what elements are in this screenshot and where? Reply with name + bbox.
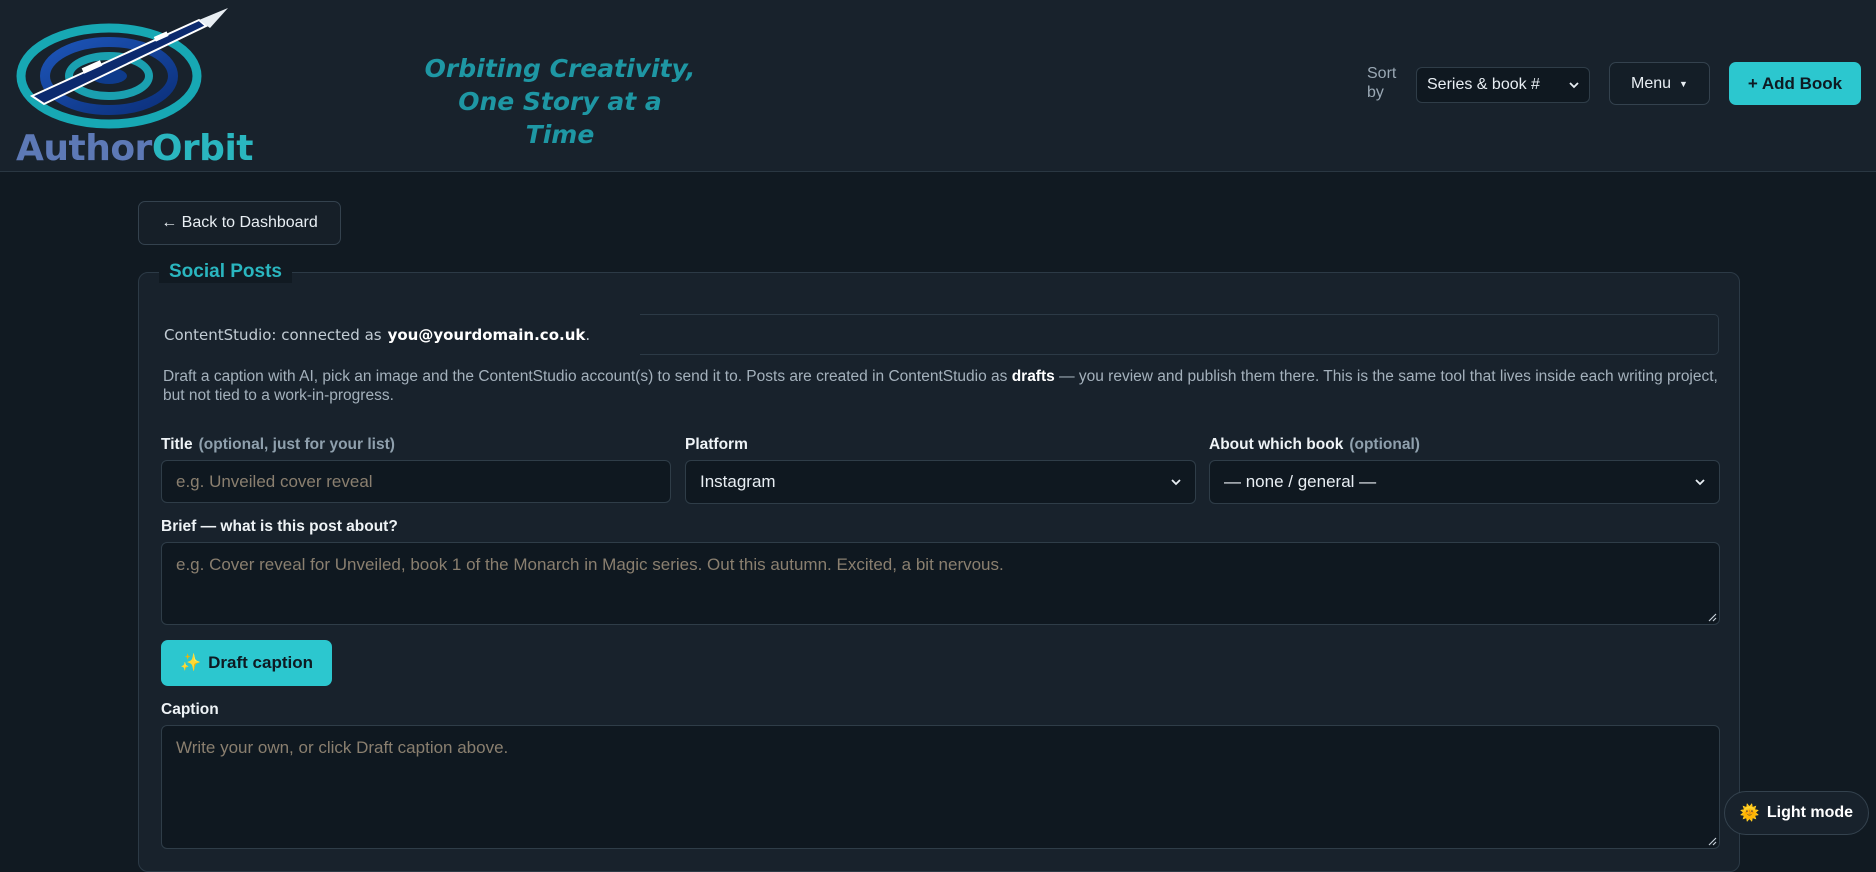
resize-handle-icon[interactable] — [1708, 837, 1717, 846]
title-input[interactable]: e.g. Unveiled cover reveal — [161, 460, 671, 503]
caption-textarea[interactable]: Write your own, or click Draft caption a… — [161, 725, 1720, 849]
brief-textarea[interactable]: e.g. Cover reveal for Unveiled, book 1 o… — [161, 542, 1720, 625]
author-orbit-logo[interactable]: AuthorOrbit — [14, 4, 254, 169]
sparkles-icon: ✨ — [179, 653, 202, 672]
draft-caption-label: Draft caption — [208, 653, 313, 672]
menu-button[interactable]: Menu ▼ — [1609, 62, 1710, 105]
light-mode-label: Light mode — [1766, 804, 1854, 821]
sun-icon: 🌞 — [1739, 805, 1760, 822]
caret-down-icon: ▼ — [1679, 78, 1688, 89]
book-select-value: — none / general — — [1224, 472, 1377, 491]
orbit-pen-icon — [16, 8, 228, 129]
tagline-line-1: Orbiting Creativity, — [424, 54, 696, 83]
logo-wordmark: AuthorOrbit — [16, 128, 254, 169]
chevron-down-icon — [1171, 479, 1181, 486]
draft-caption-button[interactable]: ✨ Draft caption — [161, 640, 332, 686]
sort-label: Sort by — [1367, 65, 1397, 101]
tagline: Orbiting Creativity, One Story at a Time — [420, 52, 700, 151]
panel-title: Social Posts — [159, 261, 292, 283]
brief-placeholder: e.g. Cover reveal for Unveiled, book 1 o… — [176, 555, 1004, 574]
tagline-line-2: One Story at a Time — [458, 87, 662, 149]
caption-field-label: Caption — [161, 701, 219, 718]
chevron-down-icon — [1569, 82, 1579, 89]
sort-select-value: Series & book # — [1427, 76, 1540, 93]
back-to-dashboard-button[interactable]: ← Back to Dashboard — [138, 201, 341, 245]
title-input-placeholder: e.g. Unveiled cover reveal — [176, 471, 373, 491]
platform-field-label: Platform — [685, 436, 748, 453]
panel-description: Draft a caption with AI, pick an image a… — [163, 368, 1718, 404]
connection-status: ContentStudio: connected as you@yourdoma… — [162, 314, 640, 355]
chevron-down-icon — [1695, 479, 1705, 486]
book-field-label: About which book (optional) — [1209, 436, 1420, 453]
platform-select-value: Instagram — [700, 472, 776, 491]
book-select[interactable]: — none / general — — [1209, 460, 1720, 504]
add-book-button[interactable]: + Add Book — [1729, 62, 1861, 105]
connected-email: you@yourdomain.co.uk — [387, 325, 586, 344]
light-mode-toggle[interactable]: 🌞 Light mode — [1724, 791, 1869, 835]
connection-status-box: ContentStudio: connected as you@yourdoma… — [162, 314, 1719, 355]
title-field-label: Title (optional, just for your list) — [161, 436, 395, 453]
social-posts-panel: Social Posts ContentStudio: connected as… — [138, 261, 1740, 872]
caption-placeholder: Write your own, or click Draft caption a… — [176, 738, 509, 757]
platform-select[interactable]: Instagram — [685, 460, 1196, 504]
connection-suffix: . — [585, 325, 591, 344]
brief-field-label: Brief — what is this post about? — [161, 518, 398, 535]
top-bar: AuthorOrbit Orbiting Creativity, One Sto… — [0, 0, 1876, 172]
connection-prefix: ContentStudio: connected as — [164, 325, 382, 344]
resize-handle-icon[interactable] — [1708, 613, 1717, 622]
menu-button-label: Menu — [1631, 74, 1672, 92]
sort-select[interactable]: Series & book # — [1416, 67, 1590, 103]
